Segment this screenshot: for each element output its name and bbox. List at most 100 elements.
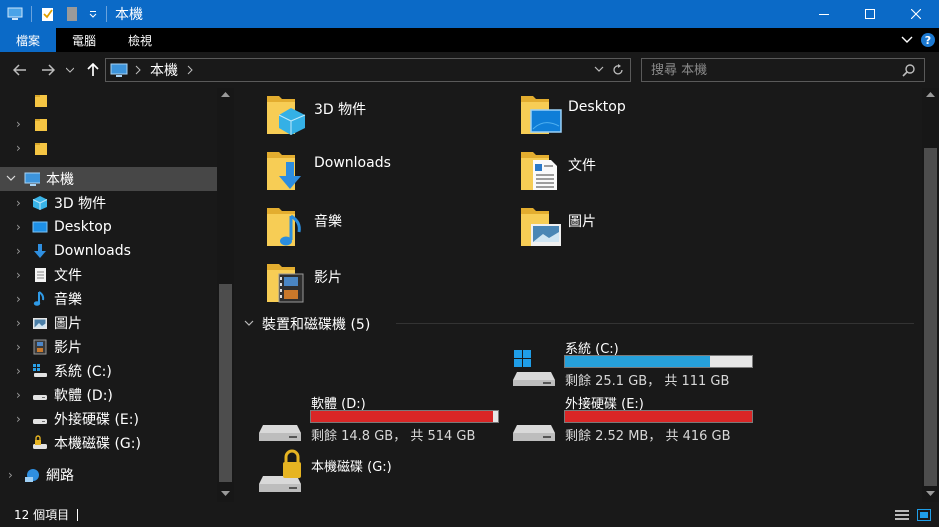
chevron-down-icon[interactable] bbox=[244, 320, 254, 328]
chevron-right-icon[interactable]: › bbox=[16, 221, 26, 233]
chevron-down-icon bbox=[66, 67, 74, 73]
nav-item-label: 本機磁碟 (G:) bbox=[54, 436, 141, 452]
scroll-up-icon[interactable] bbox=[926, 92, 935, 98]
up-button[interactable] bbox=[84, 60, 102, 80]
folder-videos[interactable]: 影片 bbox=[240, 260, 490, 308]
recent-locations-button[interactable] bbox=[64, 60, 76, 80]
content-scrollbar[interactable] bbox=[922, 88, 939, 502]
scroll-down-icon[interactable] bbox=[926, 491, 935, 497]
search-input[interactable] bbox=[642, 62, 892, 78]
content-scroll-thumb[interactable] bbox=[924, 148, 937, 486]
documents-icon bbox=[35, 268, 46, 282]
chevron-right-icon[interactable] bbox=[134, 65, 142, 75]
close-button[interactable] bbox=[893, 0, 939, 28]
tab-file[interactable]: 檔案 bbox=[0, 28, 57, 52]
chevron-right-icon[interactable]: › bbox=[16, 317, 26, 329]
nav-scroll-thumb[interactable] bbox=[219, 284, 232, 482]
nav-item-drive-g[interactable]: 本機磁碟 (G:) bbox=[0, 431, 217, 455]
properties-icon[interactable] bbox=[40, 6, 56, 22]
chevron-down-icon[interactable] bbox=[6, 175, 16, 183]
search-box[interactable] bbox=[641, 58, 925, 82]
nav-item-quick-access-folder[interactable] bbox=[0, 88, 217, 112]
folder-label: 圖片 bbox=[568, 214, 596, 230]
chevron-right-icon[interactable]: › bbox=[16, 142, 26, 154]
chevron-right-icon[interactable]: › bbox=[8, 469, 18, 481]
nav-item-pictures[interactable]: › 圖片 bbox=[0, 311, 217, 335]
address-box[interactable]: 本機 bbox=[105, 58, 631, 82]
devices-group-header[interactable]: 裝置和磁碟機 (5) bbox=[244, 314, 370, 334]
details-view-icon[interactable] bbox=[895, 509, 909, 521]
chevron-right-icon[interactable] bbox=[186, 65, 194, 75]
minimize-button[interactable] bbox=[801, 0, 847, 28]
refresh-icon[interactable] bbox=[612, 64, 624, 76]
nav-item-music[interactable]: › 音樂 bbox=[0, 287, 217, 311]
drive-d[interactable]: 軟體 (D:) 剩餘 14.8 GB， 共 514 GB bbox=[237, 393, 499, 449]
status-bar: 12 個項目 bbox=[0, 502, 939, 527]
nav-pane-scrollbar[interactable] bbox=[217, 88, 234, 502]
chevron-right-icon[interactable]: › bbox=[16, 413, 26, 425]
drive-free-space: 剩餘 25.1 GB， 共 111 GB bbox=[565, 374, 730, 389]
nav-item-drive-c[interactable]: › 系統 (C:) bbox=[0, 359, 217, 383]
customize-toolbar-chevron-icon[interactable] bbox=[88, 6, 98, 22]
folder-pictures[interactable]: 圖片 bbox=[494, 204, 744, 252]
3d-objects-folder-icon bbox=[267, 96, 306, 135]
computer-icon bbox=[24, 172, 40, 186]
tab-view[interactable]: 檢視 bbox=[112, 28, 168, 52]
chevron-right-icon[interactable]: › bbox=[16, 197, 26, 209]
new-folder-icon[interactable] bbox=[64, 6, 80, 22]
chevron-right-icon[interactable]: › bbox=[16, 269, 26, 281]
minimize-icon bbox=[819, 14, 829, 15]
pictures-folder-icon bbox=[521, 208, 561, 246]
tab-computer[interactable]: 電腦 bbox=[56, 28, 112, 52]
nav-item-3d-objects[interactable]: › 3D 物件 bbox=[0, 191, 217, 215]
maximize-button[interactable] bbox=[847, 0, 893, 28]
address-history-chevron-icon[interactable] bbox=[594, 66, 604, 74]
chevron-right-icon[interactable]: › bbox=[16, 118, 26, 130]
nav-item-videos[interactable]: › 影片 bbox=[0, 335, 217, 359]
folder-desktop[interactable]: Desktop bbox=[494, 92, 744, 140]
drive-c[interactable]: 系統 (C:) 剩餘 25.1 GB， 共 111 GB bbox=[491, 338, 753, 394]
content-pane: 3D 物件 Desktop Downloads 文件 音樂 圖片 影片 裝置和磁… bbox=[236, 88, 922, 502]
quick-access-toolbar bbox=[0, 0, 107, 28]
scroll-down-icon[interactable] bbox=[221, 491, 230, 497]
expand-ribbon-chevron-icon[interactable] bbox=[901, 35, 913, 45]
chevron-right-icon[interactable]: › bbox=[16, 389, 26, 401]
nav-item-this-pc[interactable]: 本機 bbox=[0, 167, 217, 191]
item-count: 12 個項目 bbox=[14, 508, 70, 522]
nav-item-desktop[interactable]: › Desktop bbox=[0, 215, 217, 239]
folder-music[interactable]: 音樂 bbox=[240, 204, 490, 252]
computer-icon[interactable] bbox=[7, 6, 23, 22]
chevron-right-icon[interactable]: › bbox=[16, 293, 26, 305]
nav-item-drive-d[interactable]: › 軟體 (D:) bbox=[0, 383, 217, 407]
folder-label: 音樂 bbox=[314, 214, 342, 230]
chevron-right-icon[interactable]: › bbox=[16, 365, 26, 377]
nav-item-network[interactable]: › 網路 bbox=[0, 463, 217, 487]
folder-label: 3D 物件 bbox=[314, 102, 367, 118]
drive-usage-fill bbox=[565, 356, 710, 367]
music-folder-icon bbox=[267, 208, 301, 246]
address-bar-row: 本機 bbox=[0, 52, 939, 88]
drive-usage-fill bbox=[311, 411, 493, 422]
breadcrumb-this-pc[interactable]: 本機 bbox=[150, 60, 178, 80]
nav-item-drive-e[interactable]: › 外接硬碟 (E:) bbox=[0, 407, 217, 431]
folder-downloads[interactable]: Downloads bbox=[240, 148, 490, 196]
nav-item-quick-access-folder[interactable]: › bbox=[0, 136, 217, 160]
search-icon[interactable] bbox=[902, 63, 916, 77]
folder-3d-objects[interactable]: 3D 物件 bbox=[240, 92, 490, 140]
large-icons-view-icon[interactable] bbox=[917, 508, 931, 521]
nav-item-downloads[interactable]: › Downloads bbox=[0, 239, 217, 263]
nav-item-quick-access-folder[interactable]: › bbox=[0, 112, 217, 136]
tab-label: 檢視 bbox=[128, 33, 153, 48]
help-button[interactable]: ? bbox=[921, 33, 935, 47]
back-button[interactable] bbox=[11, 60, 29, 80]
drive-e[interactable]: 外接硬碟 (E:) 剩餘 2.52 MB， 共 416 GB bbox=[491, 393, 753, 449]
pictures-icon bbox=[33, 318, 47, 329]
chevron-right-icon[interactable]: › bbox=[16, 245, 26, 257]
network-icon bbox=[25, 469, 39, 482]
folder-documents[interactable]: 文件 bbox=[494, 148, 744, 196]
desktop-icon bbox=[32, 221, 48, 233]
forward-button[interactable] bbox=[39, 60, 57, 80]
nav-item-documents[interactable]: › 文件 bbox=[0, 263, 217, 287]
chevron-right-icon[interactable]: › bbox=[16, 341, 26, 353]
scroll-up-icon[interactable] bbox=[221, 92, 230, 98]
